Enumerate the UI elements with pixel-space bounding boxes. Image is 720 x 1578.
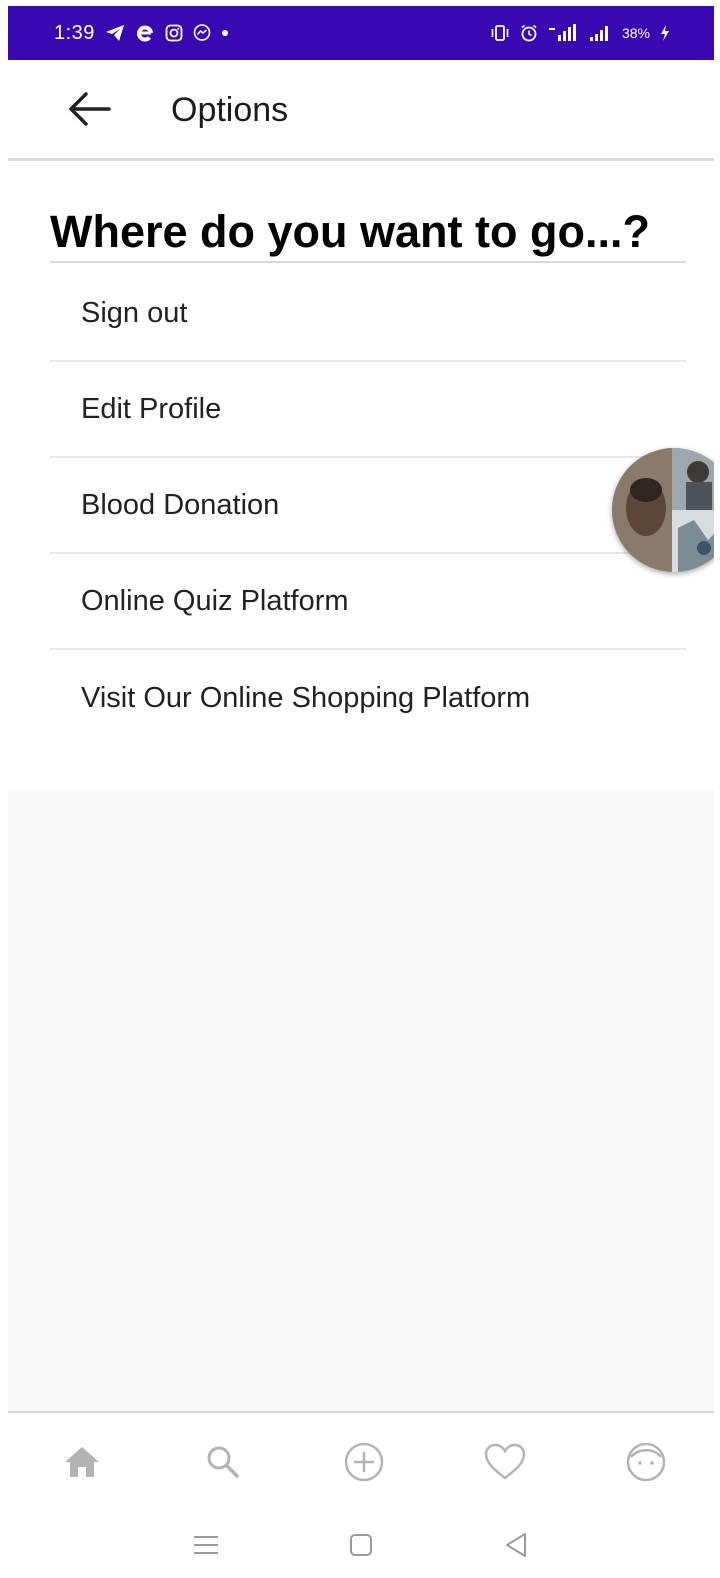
signal-icon [548,24,578,42]
messenger-icon [193,24,211,42]
menu-item-edit-profile[interactable]: Edit Profile [50,362,686,458]
nav-add-button[interactable] [340,1438,388,1486]
section-heading: Where do you want to go...? [50,203,686,263]
status-right: 38% [490,24,670,42]
menu-item-online-shopping[interactable]: Visit Our Online Shopping Platform [50,650,686,746]
add-circle-icon [344,1442,384,1482]
home-icon [65,1447,99,1477]
nav-search-button[interactable] [199,1438,247,1486]
status-time: 1:39 [54,21,95,44]
empty-content-area [8,790,714,1411]
home-square-icon [349,1533,372,1556]
back-button[interactable] [60,84,120,134]
alarm-icon [520,24,538,42]
dot-icon [221,29,229,37]
signal-icon [588,24,612,42]
back-system-button[interactable] [494,1523,538,1567]
recents-button[interactable] [184,1523,228,1567]
back-triangle-icon [506,1532,527,1557]
status-left: 1:39 [54,22,229,45]
nav-home-button[interactable] [58,1438,106,1486]
menu-item-online-quiz[interactable]: Online Quiz Platform [50,554,686,650]
phone-screen: 1:39 38% Options Where do you want to go… [8,6,714,1578]
recents-icon [193,1535,218,1554]
instagram-icon [165,24,183,42]
menu-item-sign-out[interactable]: Sign out [50,266,686,362]
home-system-button[interactable] [339,1523,383,1567]
heart-icon [484,1443,526,1480]
telegram-icon [105,24,125,42]
status-bar: 1:39 38% [8,6,714,60]
nav-profile-button[interactable] [622,1438,670,1486]
vibrate-icon [490,24,510,42]
nav-favorites-button[interactable] [481,1438,529,1486]
e-app-icon [135,23,155,43]
arrow-left-icon [69,92,111,126]
bottom-navigation [8,1411,714,1511]
app-bar: Options [8,60,714,161]
search-icon [207,1446,239,1478]
options-menu: Sign out Edit Profile Blood Donation Onl… [50,266,686,746]
menu-item-blood-donation[interactable]: Blood Donation [50,458,686,554]
profile-face-icon [626,1442,666,1482]
system-navigation-bar [8,1511,714,1578]
charging-icon [660,24,670,42]
battery-level: 38% [621,25,650,41]
page-title: Options [171,91,289,129]
